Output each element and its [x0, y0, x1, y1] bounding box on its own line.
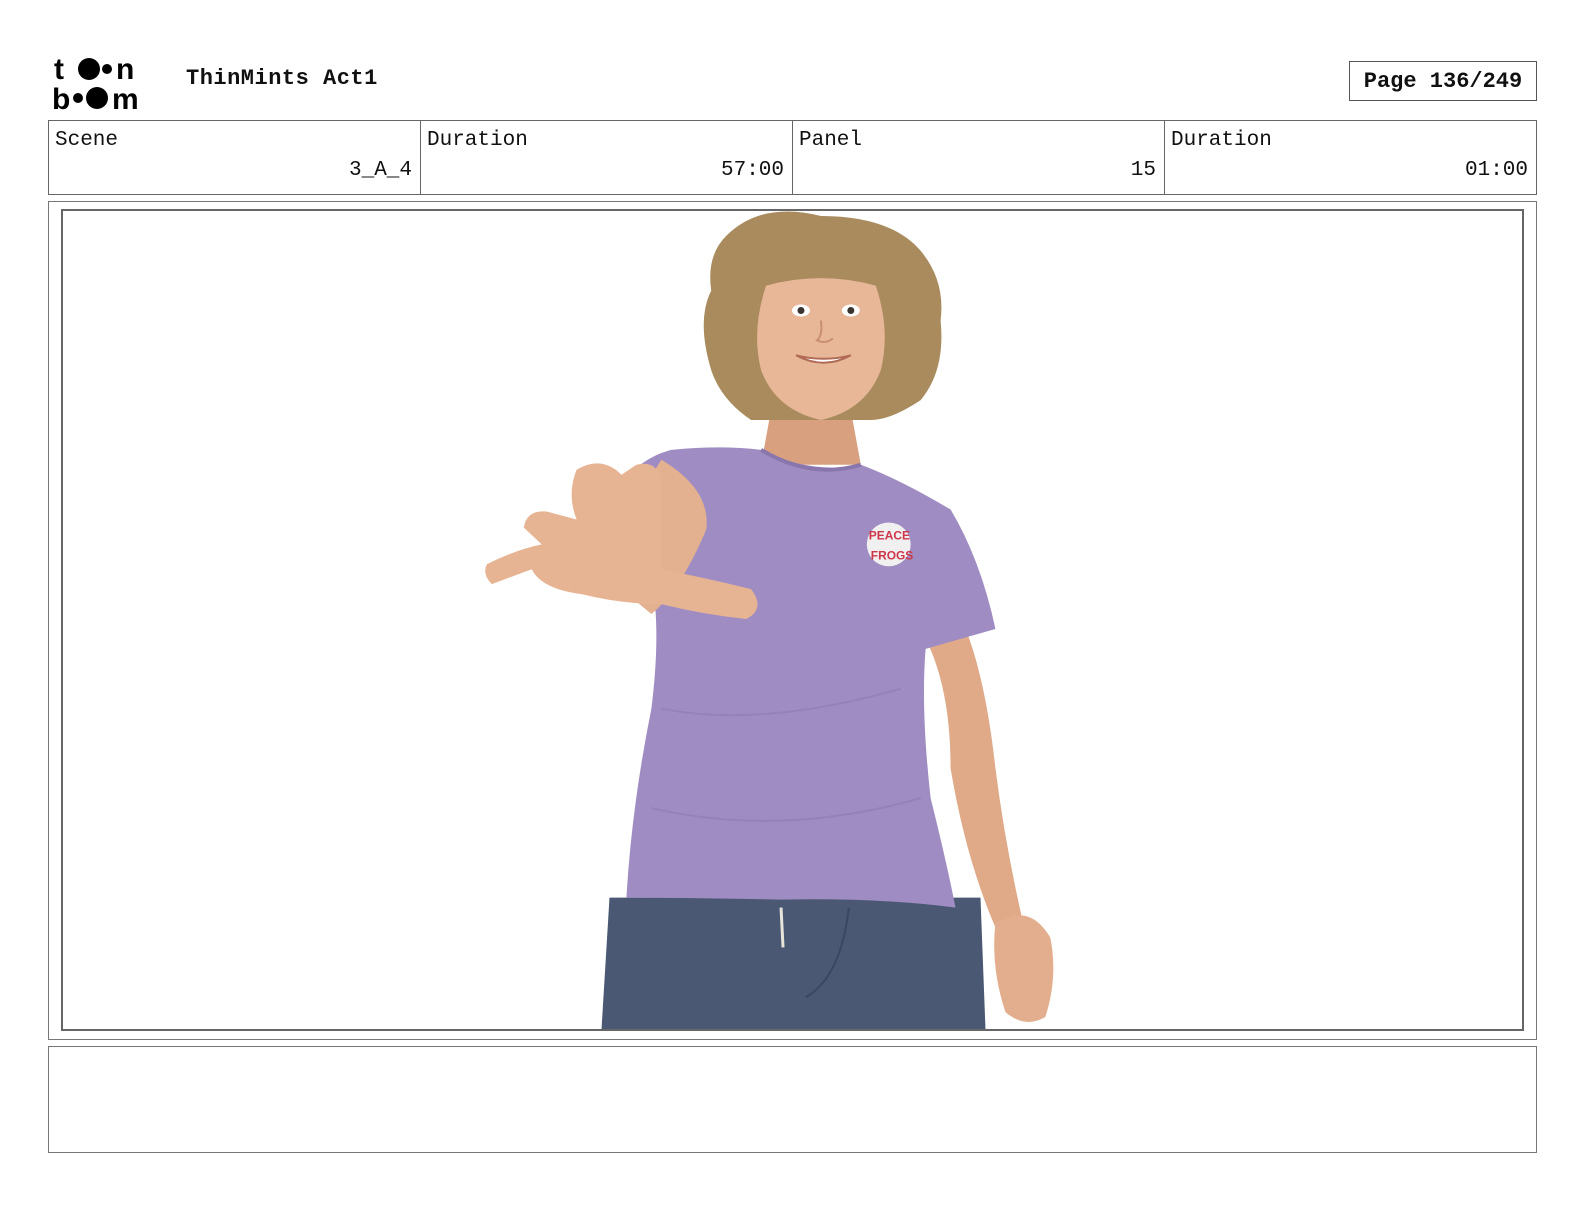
scene-duration-value: 57:00	[720, 159, 784, 182]
panel-duration-label: Duration	[1171, 129, 1272, 152]
panel-value: 15	[1130, 159, 1156, 182]
scene-cell: Scene 3_A_4	[49, 121, 421, 194]
page-indicator: Page 136/249	[1349, 61, 1537, 101]
panel-duration-cell: Duration 01:00	[1165, 121, 1536, 194]
panel-artwork: PEACE FROGS	[485, 211, 1054, 1029]
toon-boom-logo: t n b m	[52, 52, 164, 116]
svg-text:PEACE: PEACE	[869, 528, 910, 542]
scene-duration-label: Duration	[427, 129, 528, 152]
scene-duration-cell: Duration 57:00	[421, 121, 793, 194]
svg-text:m: m	[112, 83, 139, 112]
project-title: ThinMints Act1	[186, 66, 378, 91]
svg-text:FROGS: FROGS	[871, 548, 914, 562]
right-hand	[994, 915, 1054, 1022]
scene-label: Scene	[55, 129, 119, 152]
scene-info-table: Scene 3_A_4 Duration 57:00 Panel 15 Dura…	[48, 120, 1537, 195]
svg-text:n: n	[116, 53, 134, 86]
shirt-logo: PEACE FROGS	[866, 522, 914, 567]
panel-notes-box[interactable]	[48, 1046, 1537, 1153]
panel-cell: Panel 15	[793, 121, 1165, 194]
svg-text:t: t	[54, 53, 64, 86]
panel-frame: PEACE FROGS	[61, 209, 1524, 1031]
svg-text:b: b	[52, 83, 70, 112]
panel-duration-value: 01:00	[1464, 159, 1528, 182]
panel-label: Panel	[799, 129, 863, 152]
scene-value: 3_A_4	[348, 159, 412, 182]
jeans	[601, 897, 986, 1029]
